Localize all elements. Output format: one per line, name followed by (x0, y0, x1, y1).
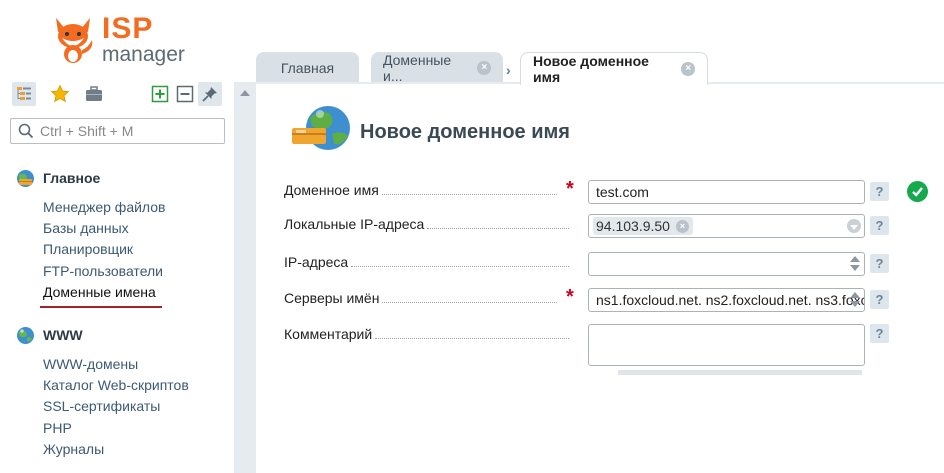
tab-new-domain-label: Новое доменное имя (533, 53, 649, 85)
help-icon[interactable]: ? (870, 254, 889, 273)
domain-globe-icon (292, 106, 350, 150)
fox-logo-icon (56, 18, 93, 63)
required-marker: * (566, 178, 574, 200)
sidebar-item-databases[interactable]: Базы данных (43, 218, 166, 239)
domain-name-value[interactable] (596, 184, 864, 200)
main-globe-icon (17, 169, 34, 187)
collapse-arrow-icon (240, 90, 250, 96)
help-icon[interactable]: ? (870, 216, 889, 235)
menu-group-www-header[interactable]: WWW (16, 324, 189, 346)
tab-domain-names-label: Доменные и... (383, 52, 452, 84)
logo-brand: ISP (102, 12, 154, 45)
resize-arrows-icon[interactable] (850, 291, 860, 309)
www-globe-icon (17, 326, 34, 344)
menu-group-main-title: Главное (43, 170, 101, 186)
search-input[interactable] (40, 123, 220, 139)
sidebar-item-domain-names[interactable]: Доменные имена (40, 282, 166, 308)
tab-domain-names[interactable]: Доменные и... × (371, 52, 503, 84)
main-content: Новое доменное имя Доменное имя * ? Лока… (256, 84, 944, 473)
remove-chip-icon[interactable]: × (675, 219, 689, 233)
sidebar-toolbar (12, 82, 224, 108)
favorites-button[interactable] (48, 82, 72, 106)
menu-group-www: WWW WWW-домены Каталог Web-скриптов SSL-… (16, 324, 189, 460)
minus-square-icon (176, 85, 194, 103)
pin-icon (202, 87, 217, 102)
sidebar-item-php[interactable]: PHP (43, 418, 189, 439)
field-label-ips: IP-адреса (284, 252, 569, 272)
form-horizontal-scrollbar[interactable] (618, 370, 866, 375)
tab-new-domain[interactable]: Новое доменное имя × (520, 52, 708, 85)
required-marker: * (566, 286, 574, 308)
menu-group-main-items: Менеджер файлов Базы данных Планировщик … (40, 197, 166, 308)
ip-addresses-input[interactable] (588, 252, 865, 276)
search-icon (18, 123, 34, 139)
domain-name-input[interactable] (588, 180, 865, 204)
plus-square-icon (151, 85, 169, 103)
sidebar-item-ssl-certificates[interactable]: SSL-сертификаты (43, 396, 189, 417)
sidebar-item-www-domains[interactable]: WWW-домены (43, 354, 189, 375)
ip-addresses-value[interactable] (596, 256, 864, 272)
local-ips-select[interactable]: 94.103.9.50 × (588, 214, 865, 238)
field-label-comment: Комментарий (284, 324, 569, 344)
chevron-right-icon: › (506, 62, 511, 78)
sidebar-item-ftp-users[interactable]: FTP-пользователи (43, 261, 166, 282)
field-label-domain: Доменное имя (284, 180, 557, 200)
star-icon (50, 84, 70, 103)
close-icon[interactable]: × (477, 61, 491, 75)
close-icon[interactable]: × (681, 62, 695, 76)
sidebar-item-logs[interactable]: Журналы (43, 439, 189, 460)
menu-group-www-title: WWW (43, 327, 83, 343)
help-icon[interactable]: ? (870, 290, 889, 309)
sidebar: ISP manager Ctrl + Shift + M Главное Мен… (0, 0, 234, 473)
help-icon[interactable]: ? (870, 324, 889, 343)
tab-main[interactable]: Главная (256, 52, 359, 84)
name-servers-value[interactable]: ns1.foxcloud.net. ns2.foxcloud.net. ns3.… (596, 292, 864, 308)
pin-sidebar-button[interactable] (198, 82, 222, 106)
sidebar-collapse-strip[interactable] (234, 82, 256, 473)
ip-chip: 94.103.9.50 × (593, 217, 693, 235)
field-label-ns: Серверы имён (284, 288, 557, 308)
resize-arrows-icon[interactable] (850, 255, 860, 273)
menu-group-www-items: WWW-домены Каталог Web-скриптов SSL-серт… (43, 354, 189, 460)
tree-list-icon (17, 87, 31, 100)
sidebar-item-file-manager[interactable]: Менеджер файлов (43, 197, 166, 218)
briefcase-icon (86, 86, 102, 101)
field-label-local-ips: Локальные IP-адреса (284, 214, 569, 234)
page-title: Новое доменное имя (360, 121, 570, 143)
sidebar-item-scheduler[interactable]: Планировщик (43, 239, 166, 260)
help-icon[interactable]: ? (870, 182, 889, 201)
name-servers-input[interactable]: ns1.foxcloud.net. ns2.foxcloud.net. ns3.… (588, 288, 865, 312)
tree-view-button[interactable] (12, 82, 36, 106)
sidebar-search[interactable] (10, 118, 225, 144)
menu-group-main-header[interactable]: Главное (16, 167, 166, 189)
logo-product: manager (102, 43, 185, 66)
isp-manager-logo[interactable]: ISP manager (50, 12, 190, 68)
check-ok-icon (907, 181, 928, 202)
chevron-down-icon[interactable] (847, 219, 861, 233)
comment-textarea[interactable] (588, 324, 865, 366)
dashboard-button[interactable] (82, 82, 106, 106)
tab-bar: Главная Доменные и... × › Новое доменное… (234, 50, 944, 85)
expand-all-button[interactable] (148, 82, 172, 106)
tab-main-label: Главная (280, 60, 335, 76)
collapse-all-button[interactable] (173, 82, 197, 106)
menu-group-main: Главное Менеджер файлов Базы данных План… (16, 167, 166, 308)
sidebar-item-web-scripts[interactable]: Каталог Web-скриптов (43, 375, 189, 396)
